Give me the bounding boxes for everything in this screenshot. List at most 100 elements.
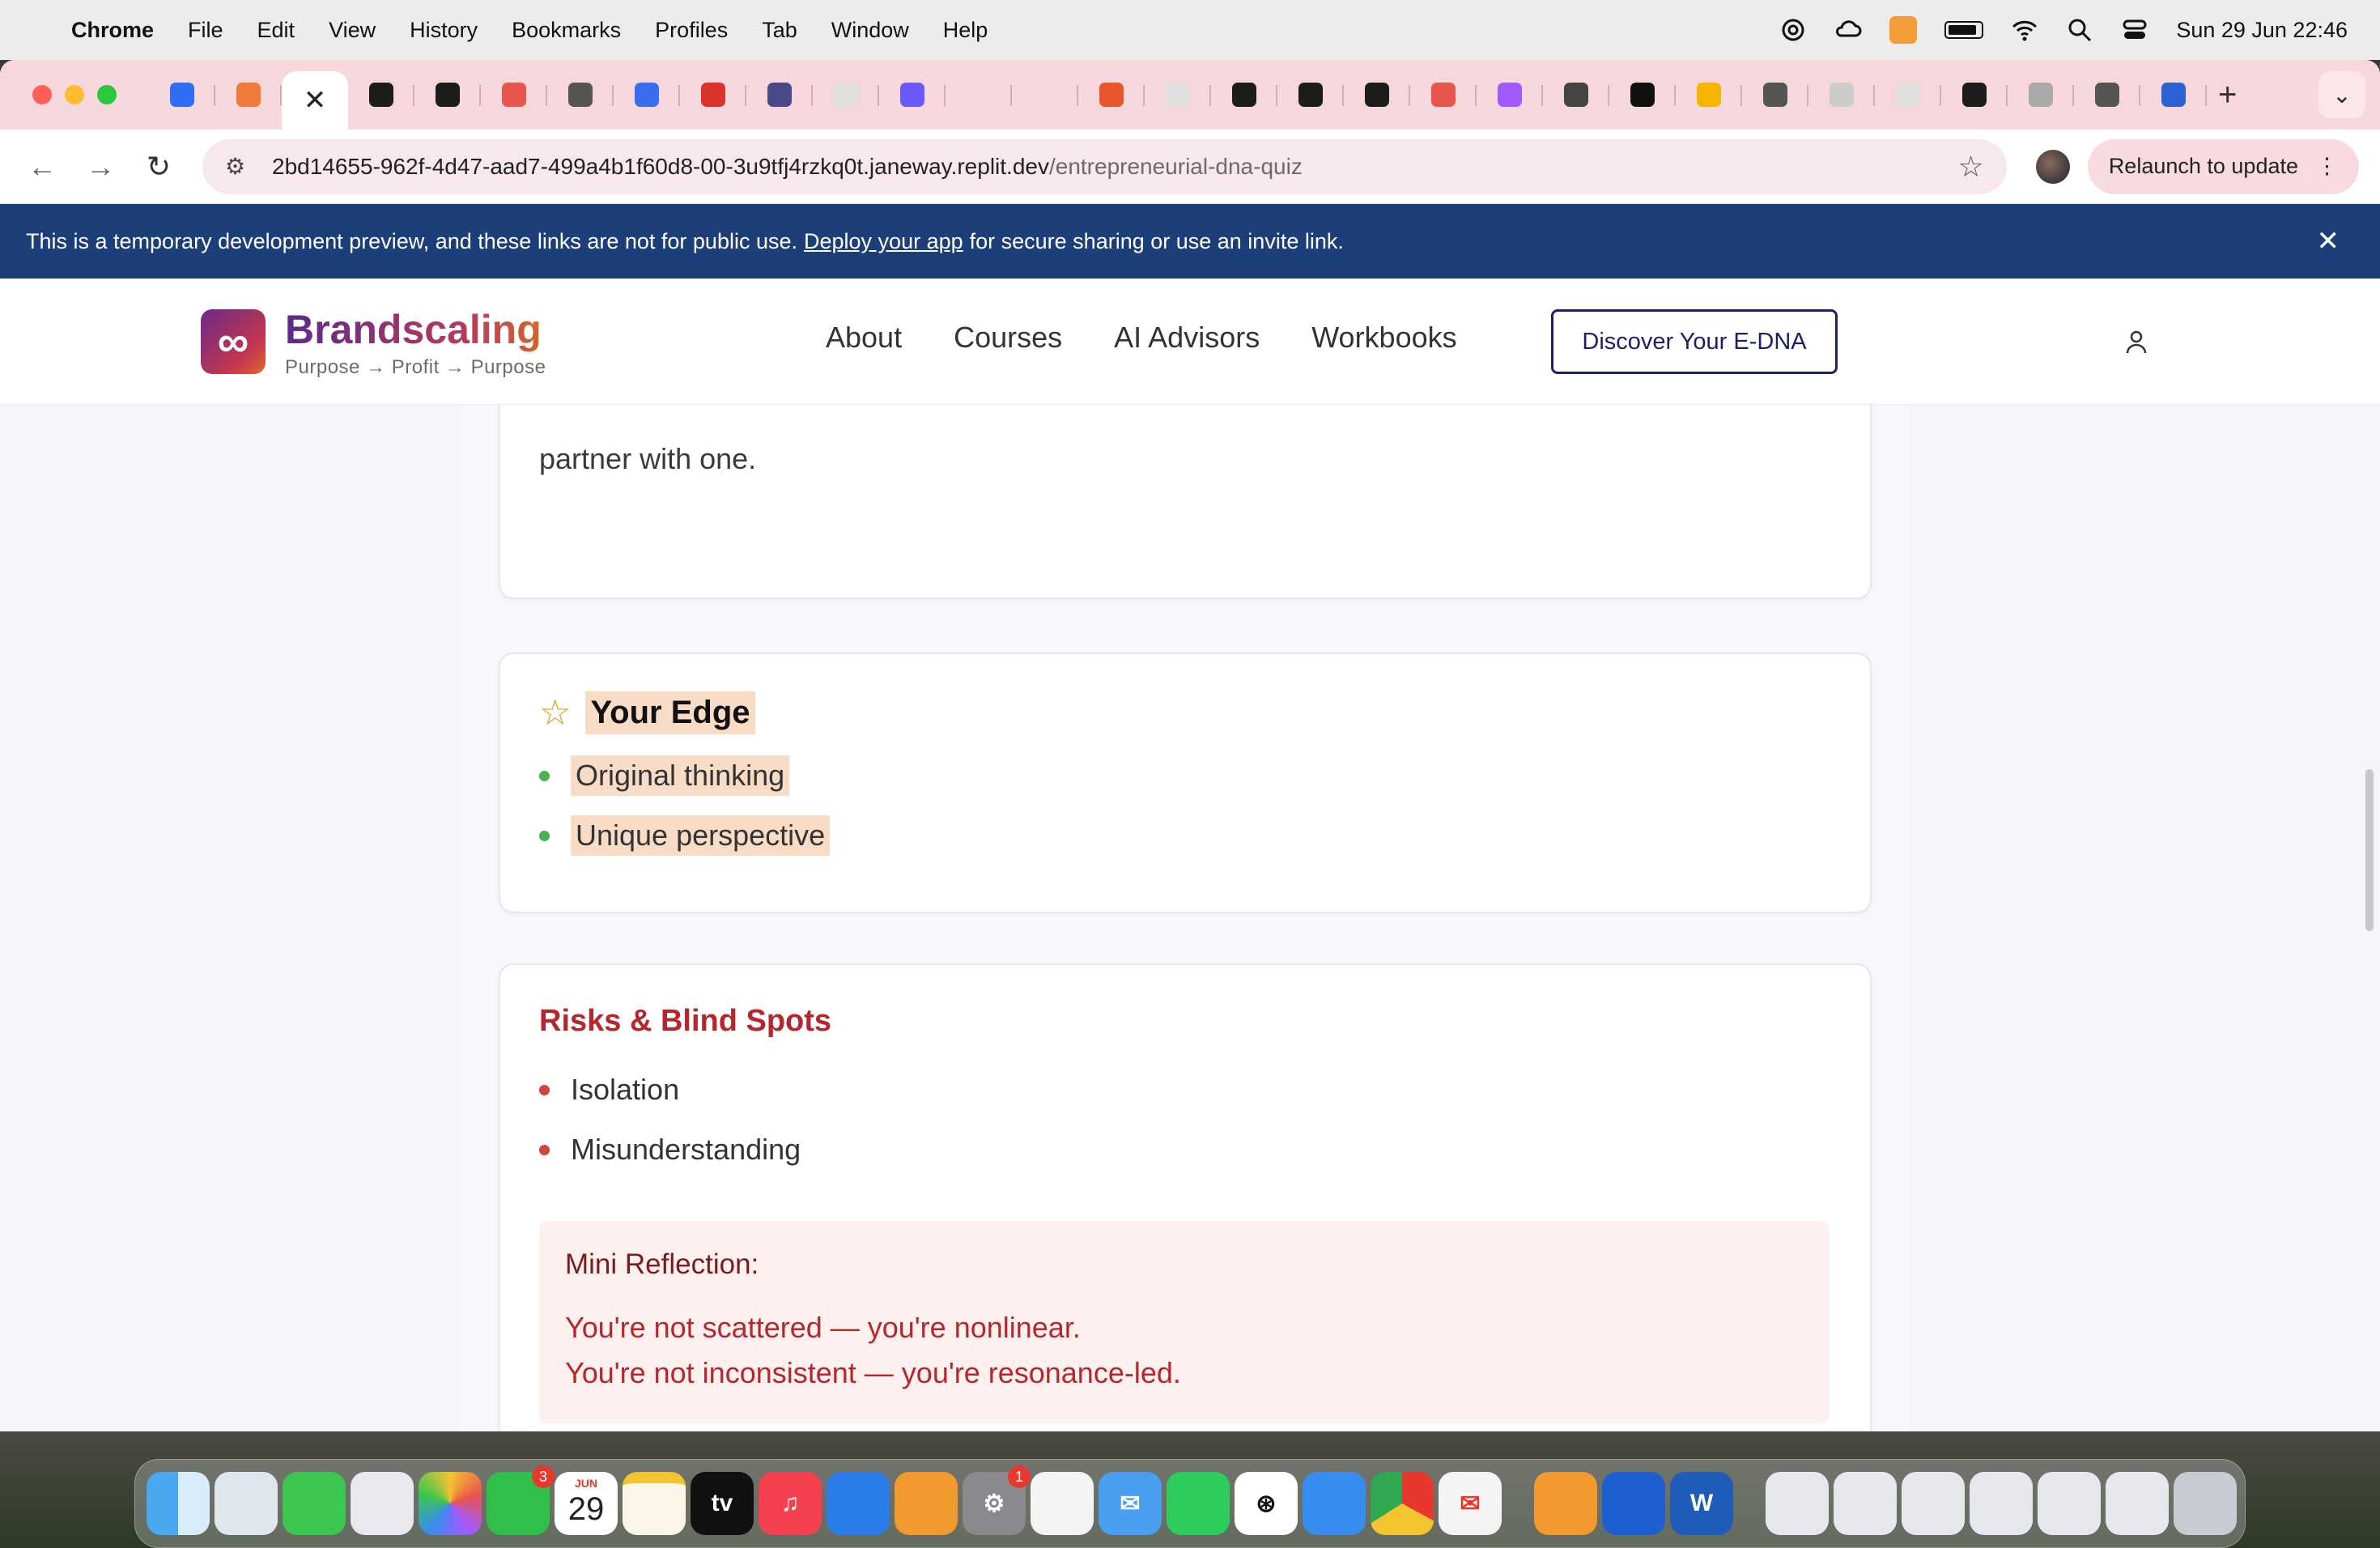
- menu-app-name[interactable]: Chrome: [71, 18, 154, 43]
- tab-search-icon[interactable]: ⌄: [2318, 71, 2365, 118]
- menu-file[interactable]: File: [188, 18, 223, 43]
- tab[interactable]: [215, 69, 282, 121]
- tab[interactable]: [1543, 69, 1609, 121]
- tab[interactable]: [2074, 69, 2140, 121]
- menu-help[interactable]: Help: [943, 18, 988, 43]
- minimized-window-thumbnail[interactable]: [1766, 1472, 1829, 1535]
- spotlight-search-icon[interactable]: [2066, 16, 2093, 44]
- minimized-window-thumbnail[interactable]: [1970, 1472, 2033, 1535]
- launchpad-icon[interactable]: [351, 1472, 414, 1535]
- trash-icon[interactable]: [2174, 1472, 2237, 1535]
- brand-name[interactable]: Brandscaling: [285, 306, 542, 353]
- cloud-status-icon[interactable]: [1834, 16, 1862, 44]
- menu-tab[interactable]: Tab: [762, 18, 797, 43]
- tab[interactable]: [1609, 69, 1676, 121]
- pages-icon[interactable]: [895, 1472, 958, 1535]
- back-icon[interactable]: ←: [21, 146, 63, 188]
- tab[interactable]: [746, 69, 813, 121]
- chatgpt-status-icon[interactable]: [1779, 16, 1807, 44]
- tab[interactable]: [1941, 69, 2008, 121]
- nav-courses[interactable]: Courses: [954, 321, 1062, 355]
- nav-workbooks[interactable]: Workbooks: [1311, 321, 1456, 355]
- bookmark-star-icon[interactable]: ☆: [1958, 150, 1984, 184]
- discover-edna-button[interactable]: Discover Your E-DNA: [1551, 309, 1838, 374]
- nav-about[interactable]: About: [826, 321, 902, 355]
- menu-view[interactable]: View: [329, 18, 376, 43]
- tab[interactable]: [813, 69, 879, 121]
- tab[interactable]: [414, 69, 481, 121]
- tab[interactable]: [1676, 69, 1742, 121]
- minimized-window-thumbnail[interactable]: [2106, 1472, 2169, 1535]
- minimized-window-thumbnail[interactable]: [1902, 1472, 1965, 1535]
- minimize-window-button[interactable]: [65, 85, 84, 104]
- tab[interactable]: [2140, 69, 2207, 121]
- mail-icon[interactable]: ✉: [1099, 1472, 1162, 1535]
- deploy-app-link[interactable]: Deploy your app: [804, 229, 963, 254]
- tab[interactable]: [2008, 69, 2074, 121]
- sublime-status-icon[interactable]: [1889, 16, 1918, 44]
- tab[interactable]: [1211, 69, 1277, 121]
- relaunch-button[interactable]: Relaunch to update ⋮: [2087, 138, 2359, 194]
- airmail-icon[interactable]: ✉: [1439, 1472, 1502, 1535]
- wifi-icon[interactable]: [2011, 16, 2038, 44]
- tab[interactable]: [1277, 69, 1344, 121]
- profile-avatar[interactable]: [2035, 149, 2070, 184]
- chatgpt-icon[interactable]: ⊛: [1235, 1472, 1298, 1535]
- chrome-icon[interactable]: [1371, 1472, 1434, 1535]
- close-tab-icon[interactable]: ✕: [304, 84, 327, 117]
- tab[interactable]: [879, 69, 946, 121]
- photos-icon[interactable]: [419, 1472, 482, 1535]
- tab[interactable]: [1808, 69, 1875, 121]
- address-bar[interactable]: ⚙ 2bd14655-962f-4d47-aad7-499a4b1f60d8-0…: [202, 138, 2007, 194]
- close-banner-icon[interactable]: ✕: [2317, 225, 2340, 257]
- word-icon[interactable]: W: [1670, 1472, 1733, 1535]
- reload-icon[interactable]: ↻: [138, 146, 180, 188]
- forward-icon[interactable]: →: [79, 146, 121, 188]
- minimized-window-thumbnail[interactable]: [1834, 1472, 1897, 1535]
- user-account-icon[interactable]: [2124, 329, 2148, 355]
- nav-ai-advisors[interactable]: AI Advisors: [1114, 321, 1260, 355]
- tab[interactable]: [1344, 69, 1410, 121]
- menu-window[interactable]: Window: [831, 18, 909, 43]
- zoom-window-button[interactable]: [97, 85, 117, 104]
- tab[interactable]: [1477, 69, 1543, 121]
- music-icon[interactable]: ♫: [759, 1472, 822, 1535]
- site-info-icon[interactable]: ⚙: [225, 153, 257, 180]
- tab[interactable]: [1145, 69, 1211, 121]
- preview-icon[interactable]: [215, 1472, 278, 1535]
- tab[interactable]: [1742, 69, 1808, 121]
- battery-icon[interactable]: [1944, 21, 1984, 39]
- menu-bookmarks[interactable]: Bookmarks: [512, 18, 621, 43]
- tab[interactable]: [1012, 69, 1078, 121]
- cursor-app-icon[interactable]: [1031, 1472, 1094, 1535]
- bitwarden-icon[interactable]: [1602, 1472, 1665, 1535]
- new-tab-icon[interactable]: +: [2218, 77, 2237, 113]
- tab[interactable]: [614, 69, 680, 121]
- tab[interactable]: [1410, 69, 1477, 121]
- minimized-window-thumbnail[interactable]: [2038, 1472, 2101, 1535]
- safari-icon[interactable]: [1303, 1472, 1366, 1535]
- apple-tv-icon[interactable]: tv: [691, 1472, 754, 1535]
- tab[interactable]: [547, 69, 614, 121]
- tab-active[interactable]: ✕: [282, 71, 348, 130]
- system-settings-icon[interactable]: ⚙ 1: [963, 1465, 1031, 1535]
- calendar-icon[interactable]: JUN 29: [555, 1472, 618, 1535]
- keynote-icon[interactable]: [827, 1472, 890, 1535]
- sublime-text-icon[interactable]: [1534, 1472, 1597, 1535]
- menu-edit[interactable]: Edit: [257, 18, 295, 43]
- more-menu-icon[interactable]: ⋮: [2316, 154, 2338, 179]
- finder-icon[interactable]: [147, 1472, 210, 1535]
- facetime-icon[interactable]: 3: [487, 1465, 555, 1535]
- whatsapp-icon[interactable]: [1167, 1472, 1230, 1535]
- tab[interactable]: [149, 69, 215, 121]
- menu-clock[interactable]: Sun 29 Jun 22:46: [2176, 18, 2348, 43]
- notes-icon[interactable]: [623, 1472, 686, 1535]
- page-scrollbar[interactable]: [2365, 769, 2374, 931]
- tab[interactable]: [348, 69, 414, 121]
- tab[interactable]: [1078, 69, 1145, 121]
- menu-profiles[interactable]: Profiles: [655, 18, 728, 43]
- messages-icon[interactable]: [283, 1472, 346, 1535]
- control-center-icon[interactable]: [2121, 16, 2148, 44]
- close-window-button[interactable]: [32, 85, 52, 104]
- menu-history[interactable]: History: [410, 18, 478, 43]
